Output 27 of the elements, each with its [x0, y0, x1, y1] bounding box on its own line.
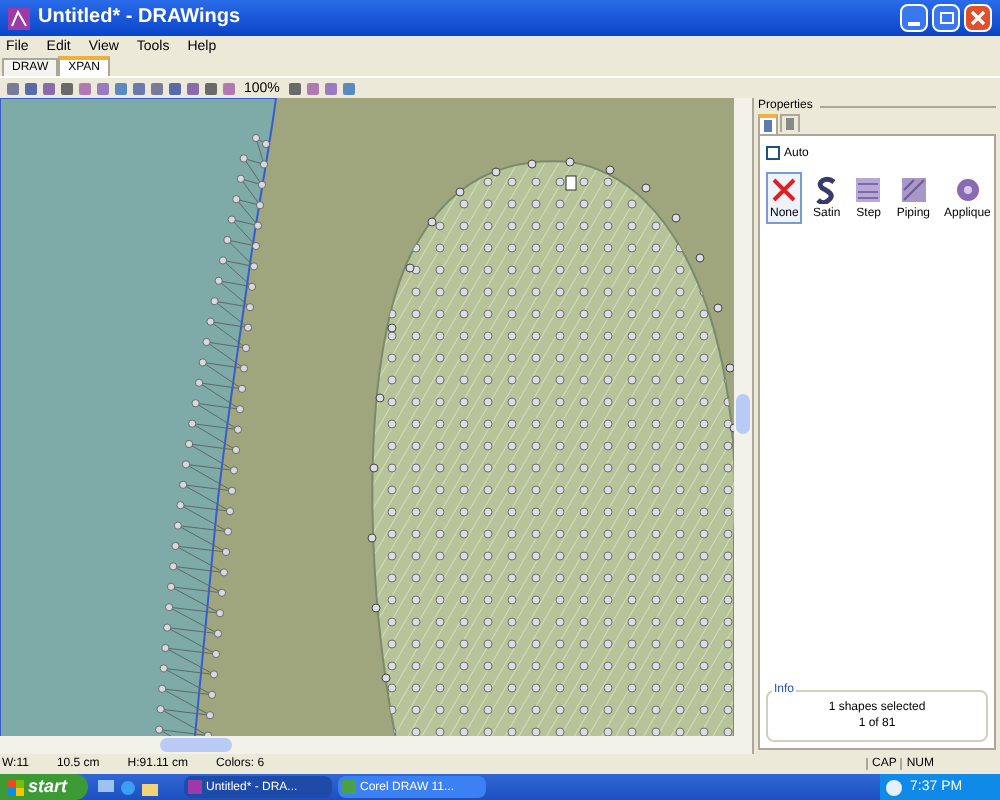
app-icon: [8, 7, 30, 29]
windows-logo-icon: [8, 779, 24, 795]
minimize-button[interactable]: [900, 4, 928, 32]
applique-icon: [953, 176, 982, 204]
close-icon: [970, 10, 986, 26]
folder-icon[interactable]: [142, 779, 158, 795]
browser-icon[interactable]: [120, 779, 136, 795]
restore-button[interactable]: [932, 4, 960, 32]
network-icon: [886, 779, 902, 795]
desktop-icon[interactable]: [98, 779, 114, 795]
piping-stitch-icon: [899, 176, 928, 204]
auto-checkbox[interactable]: [766, 146, 780, 160]
scroll-thumb[interactable]: [736, 394, 750, 434]
panel-tab[interactable]: [758, 114, 778, 134]
close-button[interactable]: [964, 4, 992, 32]
satin-stitch-icon: [812, 176, 841, 204]
app-icon: [188, 780, 202, 794]
panel-tab[interactable]: [780, 114, 800, 132]
scroll-thumb[interactable]: [160, 738, 232, 752]
selection-handle[interactable]: [565, 175, 577, 191]
cross-icon: [770, 176, 799, 204]
start-button[interactable]: start: [0, 774, 88, 800]
window-title: Untitled* - DRAWings: [38, 8, 241, 28]
step-stitch-icon: [854, 176, 883, 204]
app-icon: [342, 780, 356, 794]
horizontal-scrollbar[interactable]: [0, 736, 752, 754]
vertical-scrollbar[interactable]: [734, 98, 752, 736]
